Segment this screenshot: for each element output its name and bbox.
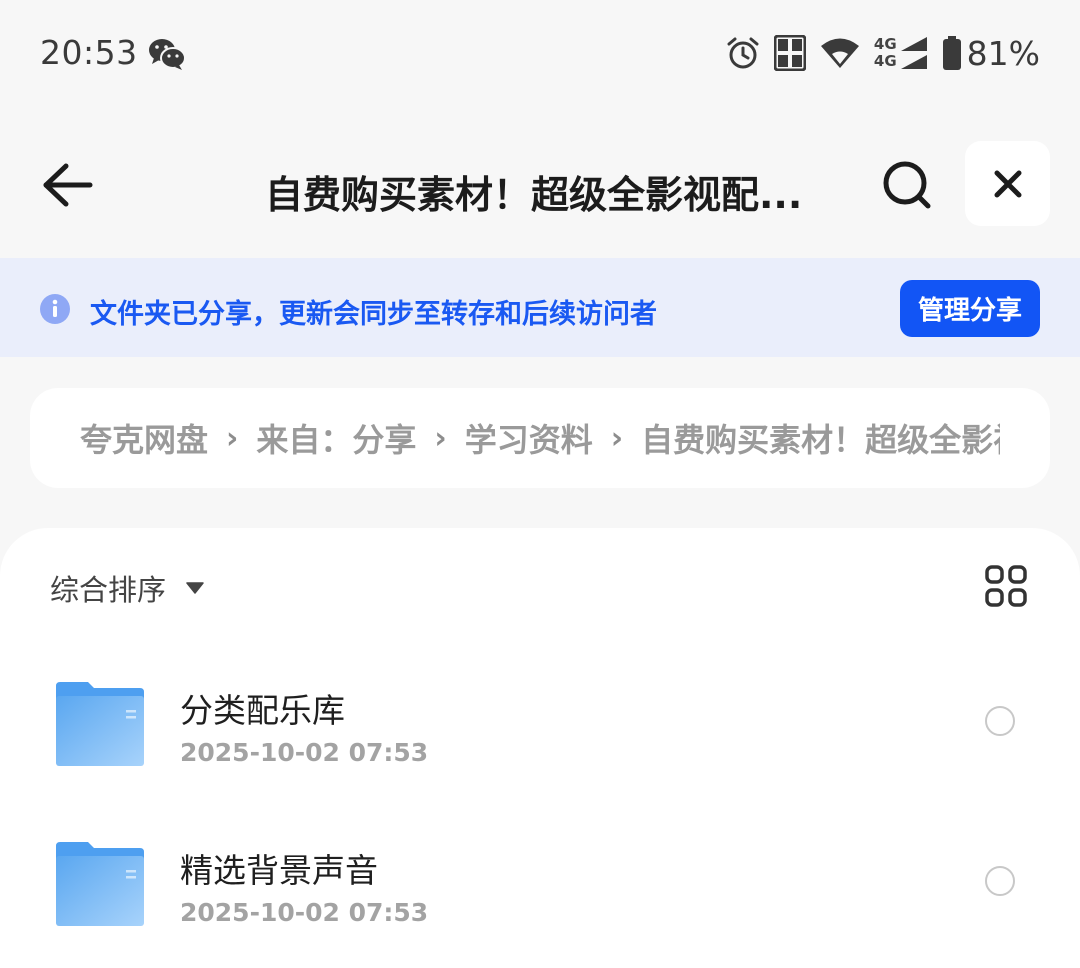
back-button[interactable] <box>40 160 96 210</box>
battery-icon: 81% <box>942 33 1040 73</box>
sort-label: 综合排序 <box>50 573 167 607</box>
battery-percent: 81% <box>966 33 1040 73</box>
app-header: 自费购买素材！超级全影视配... <box>0 130 1080 240</box>
breadcrumb: 夸克网盘 › 来自：分享 › 学习资料 › 自费购买素材！超级全影视配乐 <box>30 388 1050 488</box>
status-bar: 20:53 4G 4G 81% <box>0 0 1080 110</box>
status-time: 20:53 <box>40 33 138 72</box>
file-name: 精选背景声音 <box>180 851 378 890</box>
sort-dropdown[interactable]: 综合排序 <box>50 568 204 608</box>
select-checkbox[interactable] <box>985 706 1015 736</box>
file-date: 2025-10-02 07:53 <box>180 898 429 927</box>
close-icon <box>994 170 1021 197</box>
wifi-icon <box>820 37 860 69</box>
close-button[interactable] <box>965 141 1050 226</box>
breadcrumb-item-current[interactable]: 自费购买素材！超级全影视配乐 <box>641 415 1000 461</box>
file-row[interactable]: 分类配乐库 2025-10-02 07:53 <box>0 682 1080 802</box>
breadcrumb-item-root[interactable]: 夸克网盘 <box>80 415 208 461</box>
status-icons: 4G 4G 81% <box>712 30 1040 76</box>
back-arrow-icon <box>43 163 93 207</box>
hd-icon <box>773 35 806 71</box>
breadcrumb-item-shared[interactable]: 来自：分享 <box>256 415 416 461</box>
search-icon <box>883 161 931 209</box>
grid-view-button[interactable] <box>984 564 1028 608</box>
cell-signal-icon: 4G 4G <box>874 35 929 71</box>
caret-down-icon <box>186 582 204 594</box>
file-row[interactable]: 精选背景声音 2025-10-02 07:53 <box>0 842 1080 962</box>
chevron-right-icon: › <box>226 420 239 456</box>
info-icon <box>40 294 70 328</box>
file-name: 分类配乐库 <box>180 691 345 730</box>
file-list-panel: 综合排序 分类配乐库 2025-10-02 07:53 精选背景声音 2025-… <box>0 528 1080 968</box>
folder-icon <box>54 682 146 770</box>
alarm-icon <box>726 36 760 70</box>
chevron-right-icon: › <box>434 420 447 456</box>
share-banner: 文件夹已分享，更新会同步至转存和后续访问者 管理分享 <box>0 258 1080 357</box>
wechat-icon <box>148 37 186 75</box>
file-date: 2025-10-02 07:53 <box>180 738 429 767</box>
breadcrumb-item-study[interactable]: 学习资料 <box>465 415 593 461</box>
select-checkbox[interactable] <box>985 866 1015 896</box>
grid-view-icon <box>985 565 1027 607</box>
manage-share-button[interactable]: 管理分享 <box>900 280 1040 337</box>
chevron-right-icon: › <box>610 420 624 456</box>
folder-icon <box>54 842 146 930</box>
search-button[interactable] <box>880 158 934 212</box>
share-notice-text: 文件夹已分享，更新会同步至转存和后续访问者 <box>90 299 657 330</box>
page-title: 自费购买素材！超级全影视配... <box>265 173 803 217</box>
